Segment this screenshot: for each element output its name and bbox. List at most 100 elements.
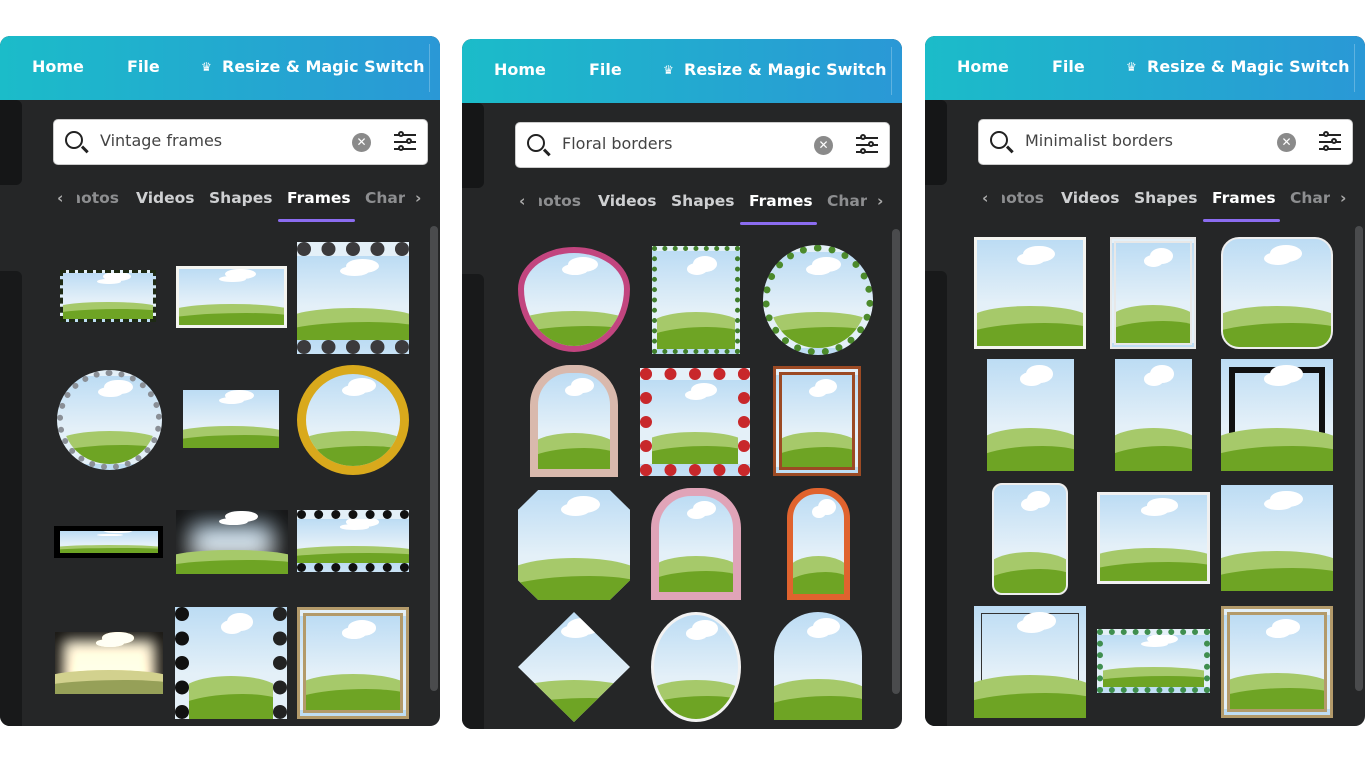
tabs-scroll-right-icon[interactable]: › <box>877 192 883 210</box>
frame-thumbnail-split-double[interactable] <box>54 526 163 558</box>
tab-frames[interactable]: Frames <box>1212 189 1276 207</box>
frame-thumbnail-rose-square[interactable] <box>640 368 750 476</box>
frame-thumbnail-rounded[interactable] <box>1221 237 1333 349</box>
frame-thumbnail-ornate-square[interactable] <box>1221 606 1333 718</box>
frame-thumbnail-plain[interactable] <box>987 359 1074 471</box>
tab-shapes[interactable]: Shapes <box>209 189 273 207</box>
frame-thumbnail-torn-edge[interactable] <box>60 270 156 322</box>
frame-thumbnail-orange-arch[interactable] <box>787 488 850 600</box>
top-menu-bar: Home File ♛ Resize & Magic Switch <box>462 39 902 103</box>
frame-thumbnail-film-strip-wide[interactable] <box>297 510 409 572</box>
filter-sliders-icon[interactable] <box>1319 131 1341 153</box>
tab-frames[interactable]: Frames <box>287 189 351 207</box>
home-menu[interactable]: Home <box>32 57 84 76</box>
clear-search-icon[interactable]: ✕ <box>1277 133 1296 152</box>
cloud <box>1144 255 1164 267</box>
tab-videos[interactable]: Videos <box>1061 189 1120 207</box>
scrollbar[interactable] <box>1355 226 1363 691</box>
cloud <box>1141 641 1168 648</box>
tab-charts[interactable]: Charts <box>1290 189 1330 207</box>
tabs-scroll-left-icon[interactable]: ‹ <box>519 192 525 210</box>
filter-sliders-icon[interactable] <box>856 134 878 156</box>
frame-thumbnail-white-border[interactable] <box>176 266 287 328</box>
tab-photos[interactable]: Photos <box>77 189 119 207</box>
frame-thumbnail-plain[interactable] <box>1115 359 1192 471</box>
hill <box>179 312 284 325</box>
tab-videos[interactable]: Videos <box>598 192 657 210</box>
scrollbar[interactable] <box>430 226 438 691</box>
frame-thumbnail-white-border[interactable] <box>974 237 1086 349</box>
file-menu[interactable]: File <box>1052 57 1085 76</box>
frame-thumbnail-octagon[interactable] <box>518 490 630 600</box>
frame-thumbnail-ornate-brown[interactable] <box>773 366 861 476</box>
canva-panel: Home File ♛ Resize & Magic Switch Floral… <box>462 39 902 729</box>
file-menu[interactable]: File <box>589 60 622 79</box>
cloud <box>1140 505 1169 516</box>
hill <box>63 308 153 319</box>
frame-thumbnail-leafy-rectangle[interactable] <box>652 246 740 354</box>
hill <box>1116 321 1190 343</box>
frame-thumbnail-oval[interactable] <box>651 612 741 722</box>
frame-thumbnail-wreath-circle[interactable] <box>763 245 873 355</box>
search-box: Vintage frames ✕ <box>53 119 428 165</box>
hill <box>782 446 852 467</box>
search-input[interactable]: Vintage frames <box>100 131 330 150</box>
resize-magic-switch-menu[interactable]: Resize & Magic Switch <box>1147 57 1349 76</box>
home-menu[interactable]: Home <box>494 60 546 79</box>
file-menu[interactable]: File <box>127 57 160 76</box>
hill <box>977 322 1083 346</box>
home-menu[interactable]: Home <box>957 57 1009 76</box>
frame-thumbnail-ribbon-heart[interactable] <box>518 247 630 352</box>
frame-thumbnail-floral-diamond[interactable] <box>518 612 630 722</box>
tabs-scroll-right-icon[interactable]: › <box>1340 189 1346 207</box>
crown-icon: ♛ <box>663 63 674 77</box>
hill <box>987 446 1074 471</box>
frame-thumbnail-floral-circle[interactable] <box>57 370 162 470</box>
scrollbar[interactable] <box>892 229 900 694</box>
frame-thumbnail-plain[interactable] <box>183 390 279 448</box>
filter-sliders-icon[interactable] <box>394 131 416 153</box>
frame-thumbnail-thin-line[interactable] <box>974 606 1086 718</box>
cloud <box>218 517 248 526</box>
frame-thumbnail-white-border-landscape[interactable] <box>1097 492 1210 584</box>
tabs-scroll-left-icon[interactable]: ‹ <box>982 189 988 207</box>
frame-thumbnail-vignette-white[interactable] <box>176 510 288 574</box>
tab-shapes[interactable]: Shapes <box>1134 189 1198 207</box>
frame-thumbnail-arch-top[interactable] <box>774 612 862 720</box>
cloud <box>98 386 123 398</box>
frame-thumbnail-vignette-sepia[interactable] <box>55 632 163 694</box>
hill <box>63 444 156 464</box>
frame-thumbnail-rounded-portrait[interactable] <box>992 483 1068 595</box>
cloud <box>218 275 247 283</box>
tab-frames[interactable]: Frames <box>749 192 813 210</box>
frame-thumbnail-plain-landscape[interactable] <box>1221 485 1333 591</box>
tab-videos[interactable]: Videos <box>136 189 195 207</box>
resize-magic-switch-menu[interactable]: Resize & Magic Switch <box>222 57 424 76</box>
frame-thumbnail-lace-arch[interactable] <box>530 365 618 477</box>
tab-charts[interactable]: Charts <box>365 189 405 207</box>
tab-shapes[interactable]: Shapes <box>671 192 735 210</box>
frame-thumbnail-black-inner-border[interactable] <box>1221 359 1333 471</box>
tab-photos[interactable]: Photos <box>539 192 581 210</box>
clear-search-icon[interactable]: ✕ <box>352 133 371 152</box>
cloud <box>1265 626 1291 638</box>
canva-panel: Home File ♛ Resize & Magic Switch Minima… <box>925 36 1365 726</box>
frame-thumbnail-film-strip[interactable] <box>297 242 409 354</box>
resize-magic-switch-menu[interactable]: Resize & Magic Switch <box>684 60 886 79</box>
tabs-scroll-right-icon[interactable]: › <box>415 189 421 207</box>
cloud <box>1264 251 1293 265</box>
side-rail <box>925 100 947 185</box>
tab-charts[interactable]: Charts <box>827 192 867 210</box>
frame-thumbnail-dotted[interactable] <box>1097 629 1210 693</box>
frame-thumbnail-double-line[interactable] <box>1110 237 1196 349</box>
clear-search-icon[interactable]: ✕ <box>814 136 833 155</box>
hill <box>1100 562 1207 581</box>
search-input[interactable]: Floral borders <box>562 134 792 153</box>
frame-thumbnail-ornate-square[interactable] <box>297 607 409 719</box>
tab-photos[interactable]: Photos <box>1002 189 1044 207</box>
tabs-scroll-left-icon[interactable]: ‹ <box>57 189 63 207</box>
frame-thumbnail-gold-ornate-oval[interactable] <box>297 365 409 475</box>
search-input[interactable]: Minimalist borders <box>1025 131 1255 150</box>
frame-thumbnail-film-strip-vertical[interactable] <box>175 607 287 719</box>
frame-thumbnail-pink-arch[interactable] <box>651 488 741 600</box>
